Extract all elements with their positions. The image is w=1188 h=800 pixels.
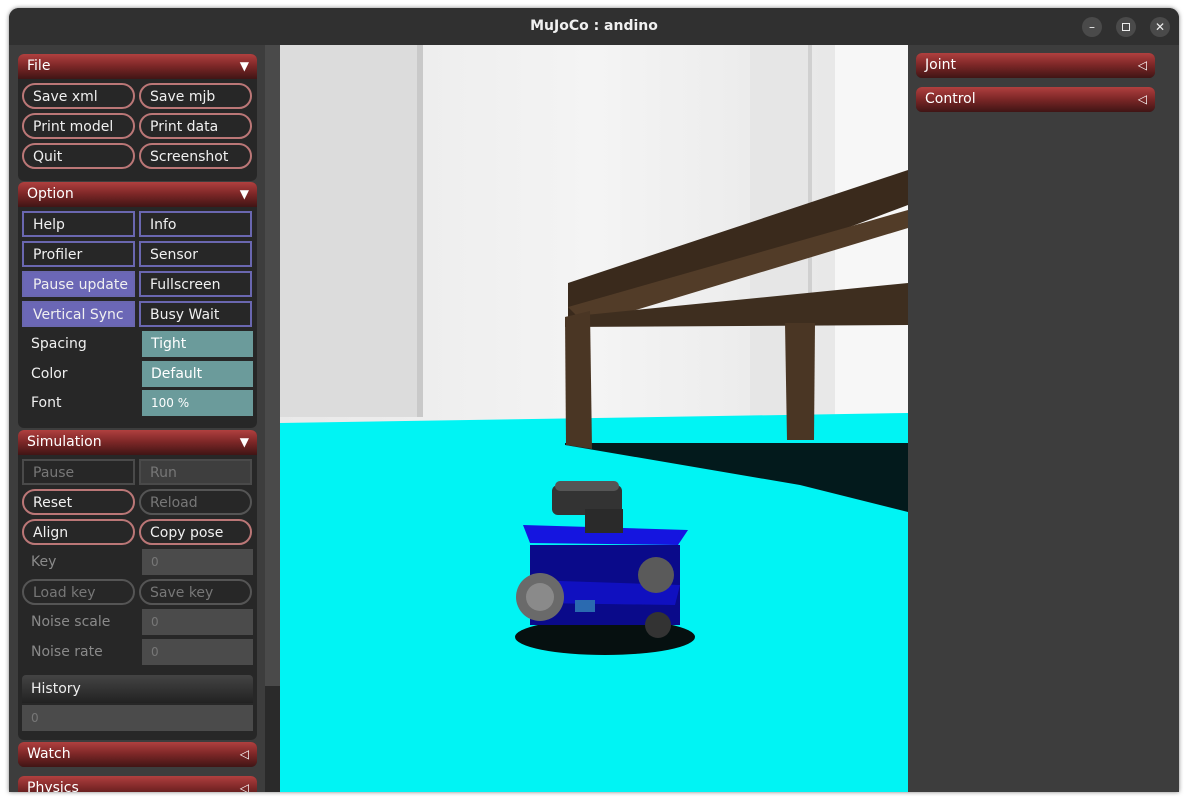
wall-edge (417, 45, 423, 417)
reset-button[interactable]: Reset (22, 489, 135, 515)
collapsed-arrow-icon: ◁ (1137, 58, 1147, 72)
collapsed-arrow-icon: ◁ (239, 747, 249, 761)
load-key-button[interactable]: Load key (22, 579, 135, 605)
window-title: MuJoCo : andino (530, 18, 658, 34)
pause-radio[interactable]: Pause (22, 459, 135, 485)
table-leg-front (565, 311, 592, 449)
wall-left-panel (280, 45, 417, 417)
expanded-arrow-icon: ▼ (239, 59, 249, 73)
file-section: File ▼ Save xml Save mjb Print model Pri… (18, 54, 257, 181)
collapsed-arrow-icon: ◁ (1137, 92, 1147, 106)
scene-render (280, 45, 908, 792)
option-section-title: Option (27, 186, 74, 202)
left-ui-panel: File ▼ Save xml Save mjb Print model Pri… (9, 45, 265, 792)
3d-viewport[interactable] (280, 45, 908, 792)
option-section-header[interactable]: Option ▼ (18, 182, 257, 207)
run-radio[interactable]: Run (139, 459, 252, 485)
noise-rate-slider[interactable]: 0 (142, 639, 253, 665)
quit-button[interactable]: Quit (22, 143, 135, 169)
copy-pose-button[interactable]: Copy pose (139, 519, 252, 545)
simulation-section: Simulation ▼ Pause Run Reset Reload Alig… (18, 430, 257, 740)
reload-button[interactable]: Reload (139, 489, 252, 515)
right-ui-panel: Joint ◁ Control ◁ (908, 45, 1179, 792)
profiler-checkbox[interactable]: Profiler (22, 241, 135, 267)
collapsed-arrow-icon: ◁ (239, 781, 249, 792)
watch-section-title: Watch (27, 746, 71, 762)
option-section: Option ▼ Help Info Profiler Sensor Pause… (18, 182, 257, 428)
align-button[interactable]: Align (22, 519, 135, 545)
expanded-arrow-icon: ▼ (239, 435, 249, 449)
expanded-arrow-icon: ▼ (239, 187, 249, 201)
spacing-select[interactable]: Tight (142, 331, 253, 357)
physics-section-title: Physics (27, 780, 79, 792)
noise-scale-slider[interactable]: 0 (142, 609, 253, 635)
simulation-section-title: Simulation (27, 434, 102, 450)
maximize-button[interactable] (1116, 17, 1136, 37)
key-label: Key (31, 554, 57, 570)
watch-section-header[interactable]: Watch ◁ (18, 742, 257, 767)
history-slider[interactable]: 0 (22, 705, 253, 731)
title-bar[interactable]: MuJoCo : andino – ✕ (9, 8, 1179, 45)
watch-section: Watch ◁ (18, 742, 257, 767)
fullscreen-checkbox[interactable]: Fullscreen (139, 271, 252, 297)
control-section: Control ◁ (916, 87, 1155, 112)
busy-wait-checkbox[interactable]: Busy Wait (139, 301, 252, 327)
physics-section-header[interactable]: Physics ◁ (18, 776, 257, 792)
font-label: Font (31, 395, 62, 411)
close-button[interactable]: ✕ (1150, 17, 1170, 37)
info-checkbox[interactable]: Info (139, 211, 252, 237)
control-section-header[interactable]: Control ◁ (916, 87, 1155, 112)
help-checkbox[interactable]: Help (22, 211, 135, 237)
print-data-button[interactable]: Print data (139, 113, 252, 139)
save-key-button[interactable]: Save key (139, 579, 252, 605)
save-mjb-button[interactable]: Save mjb (139, 83, 252, 109)
font-select[interactable]: 100 % (142, 390, 253, 416)
color-select[interactable]: Default (142, 361, 253, 387)
screenshot-button[interactable]: Screenshot (139, 143, 252, 169)
vertical-sync-checkbox[interactable]: Vertical Sync (22, 301, 135, 327)
sensor-checkbox[interactable]: Sensor (139, 241, 252, 267)
minimize-button[interactable]: – (1082, 17, 1102, 37)
noise-scale-label: Noise scale (31, 614, 111, 630)
save-xml-button[interactable]: Save xml (22, 83, 135, 109)
simulation-section-header[interactable]: Simulation ▼ (18, 430, 257, 455)
key-slider[interactable]: 0 (142, 549, 253, 575)
noise-rate-label: Noise rate (31, 644, 103, 660)
app-window: MuJoCo : andino – ✕ File ▼ Save xml Save… (9, 8, 1179, 792)
spacing-label: Spacing (31, 336, 87, 352)
file-section-title: File (27, 58, 51, 74)
joint-section-title: Joint (925, 57, 956, 73)
history-header: History (22, 675, 253, 703)
left-panel-scrollbar-thumb[interactable] (265, 45, 280, 686)
table-leg-back (785, 323, 815, 440)
color-label: Color (31, 366, 68, 382)
file-section-header[interactable]: File ▼ (18, 54, 257, 79)
maximize-icon (1122, 22, 1130, 31)
control-section-title: Control (925, 91, 976, 107)
joint-section: Joint ◁ (916, 53, 1155, 78)
physics-section: Physics ◁ (18, 776, 257, 792)
pause-update-checkbox[interactable]: Pause update (22, 271, 135, 297)
print-model-button[interactable]: Print model (22, 113, 135, 139)
joint-section-header[interactable]: Joint ◁ (916, 53, 1155, 78)
